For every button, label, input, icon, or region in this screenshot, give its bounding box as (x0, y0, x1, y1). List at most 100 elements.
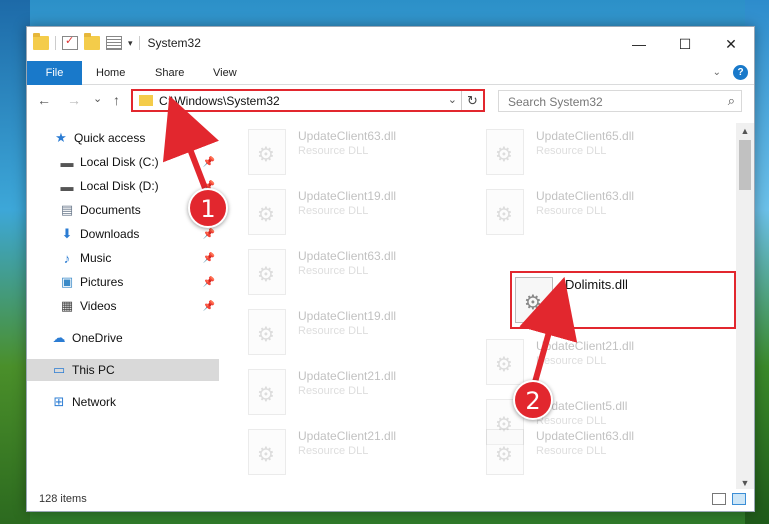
list-item[interactable]: UpdateClient63.dll Resource DLL (486, 187, 716, 237)
file-list: UpdateClient63.dll Resource DLL UpdateCl… (220, 123, 737, 491)
drive-icon: ▬ (60, 154, 74, 170)
address-bar[interactable]: C:\Windows\System32 ⌄ ↻ (131, 89, 485, 112)
search-placeholder: Search System32 (508, 95, 603, 109)
address-dropdown-icon[interactable]: ⌄ (448, 93, 457, 106)
dll-file-icon (248, 129, 286, 175)
help-icon[interactable]: ? (733, 65, 748, 80)
file-type: Resource DLL (298, 145, 369, 157)
list-item[interactable]: UpdateClient21.dll Resource DLL (248, 427, 478, 477)
sidebar-item-pictures[interactable]: ▣ Pictures 📌 (27, 271, 219, 293)
file-name: UpdateClient19.dll (298, 309, 397, 323)
dll-file-icon (248, 309, 286, 355)
sidebar-item-network[interactable]: ⊞ Network (27, 391, 219, 413)
file-name: Dolimits.dll (565, 277, 628, 292)
status-bar: 128 items (27, 489, 754, 511)
toolbar-divider (138, 36, 140, 50)
dll-file-icon (248, 369, 286, 415)
search-icon: ⌕ (727, 93, 735, 108)
vertical-scrollbar[interactable]: ▲ ▼ (736, 123, 754, 491)
view-options-icon[interactable] (106, 36, 122, 50)
view-toggle (712, 493, 746, 505)
customize-toolbar-icon[interactable]: ▾ (128, 38, 133, 49)
new-folder-icon[interactable] (84, 33, 100, 50)
star-icon: ★ (55, 130, 67, 145)
sidebar-item-local-disk-d[interactable]: ▬ Local Disk (D:) 📌 (27, 175, 219, 197)
scroll-up-icon[interactable]: ▲ (736, 123, 754, 139)
pin-icon: 📌 (202, 156, 215, 168)
list-item[interactable]: UpdateClient21.dll Resource DLL (248, 367, 478, 417)
back-button[interactable]: ← (37, 92, 51, 108)
tab-view[interactable]: View (213, 61, 237, 85)
file-name: UpdateClient19.dll (298, 189, 397, 203)
file-name: UpdateClient21.dll (536, 339, 635, 353)
network-icon: ⊞ (53, 394, 65, 409)
file-name: UpdateClient63.dll (298, 129, 397, 143)
dll-file-icon (486, 129, 524, 175)
close-button[interactable]: ✕ (708, 27, 754, 61)
sidebar-item-local-disk-c[interactable]: ▬ Local Disk (C:) 📌 (27, 151, 219, 173)
navigation-pane: ★ Quick access ▬ Local Disk (C:) 📌 ▬ Loc… (27, 123, 219, 483)
minimize-button[interactable]: — (616, 27, 662, 61)
annotation-badge-1: 1 (188, 188, 228, 228)
window-controls: — ☐ ✕ (616, 27, 754, 61)
list-item-dolimits[interactable]: Dolimits.dll (515, 275, 725, 325)
dll-file-icon (486, 189, 524, 235)
details-view-icon[interactable] (712, 493, 726, 505)
file-type: Resource DLL (536, 445, 607, 457)
file-type: Resource DLL (298, 445, 369, 457)
file-type: Resource DLL (298, 385, 369, 397)
folder-icon (139, 95, 153, 106)
expand-ribbon-icon[interactable]: ⌄ (713, 67, 721, 78)
pin-icon: 📌 (202, 228, 215, 240)
dll-file-icon (486, 429, 524, 475)
downloads-icon: ⬇ (61, 226, 73, 241)
sidebar-item-videos[interactable]: ▦ Videos 📌 (27, 295, 219, 317)
list-item[interactable]: UpdateClient63.dll Resource DLL (248, 127, 478, 177)
sidebar-item-music[interactable]: ♪ Music 📌 (27, 247, 219, 269)
up-button[interactable]: ↑ (113, 92, 120, 108)
refresh-button[interactable]: ↻ (461, 91, 483, 110)
forward-button[interactable]: → (67, 92, 81, 108)
dll-file-icon (515, 277, 553, 323)
properties-icon[interactable] (62, 34, 78, 50)
list-item[interactable]: UpdateClient21.dll Resource DLL (486, 337, 716, 387)
file-type: Resource DLL (536, 355, 607, 367)
large-icons-view-icon[interactable] (732, 493, 746, 505)
recent-locations-button[interactable]: ⌄ (93, 92, 102, 105)
tab-home[interactable]: Home (96, 61, 125, 85)
dll-file-icon (248, 249, 286, 295)
list-item[interactable]: UpdateClient19.dll Resource DLL (248, 307, 478, 357)
sidebar-item-label: Music (80, 251, 112, 265)
sidebar-item-quick-access[interactable]: ★ Quick access (27, 127, 219, 149)
folder-icon (33, 33, 49, 50)
sidebar-item-label: Videos (80, 299, 117, 313)
sidebar-item-label: Documents (80, 203, 141, 217)
search-input[interactable]: Search System32 ⌕ (498, 90, 742, 112)
quick-access-toolbar: ▾ System32 (33, 33, 201, 50)
explorer-window: ▾ System32 — ☐ ✕ File Home Share View ⌄ … (26, 26, 755, 512)
sidebar-item-onedrive[interactable]: ☁ OneDrive (27, 327, 219, 349)
sidebar-item-label: Quick access (74, 131, 146, 145)
pictures-icon: ▣ (60, 274, 74, 289)
list-item[interactable]: UpdateClient63.dll Resource DLL (248, 247, 478, 297)
file-type: Resource DLL (536, 205, 607, 217)
list-item[interactable]: UpdateClient65.dll Resource DLL (486, 127, 716, 177)
dll-file-icon (248, 429, 286, 475)
list-item[interactable]: UpdateClient63.dll Resource DLL (486, 427, 716, 477)
sidebar-item-downloads[interactable]: ⬇ Downloads 📌 (27, 223, 219, 245)
sidebar-item-label: OneDrive (72, 331, 123, 345)
window-title: System32 (147, 36, 201, 50)
item-count: 128 items (39, 493, 87, 505)
file-type: Resource DLL (536, 145, 607, 157)
dll-file-icon (248, 189, 286, 235)
sidebar-item-this-pc[interactable]: ▭ This PC (27, 359, 219, 381)
address-path[interactable]: C:\Windows\System32 (159, 94, 280, 108)
file-name: UpdateClient63.dll (536, 429, 635, 443)
maximize-button[interactable]: ☐ (662, 27, 708, 61)
toolbar-divider (55, 36, 56, 50)
tab-file[interactable]: File (27, 61, 82, 85)
file-type: Resource DLL (536, 415, 607, 427)
list-item[interactable]: UpdateClient19.dll Resource DLL (248, 187, 478, 237)
scrollbar-thumb[interactable] (739, 140, 751, 190)
tab-share[interactable]: Share (155, 61, 184, 85)
